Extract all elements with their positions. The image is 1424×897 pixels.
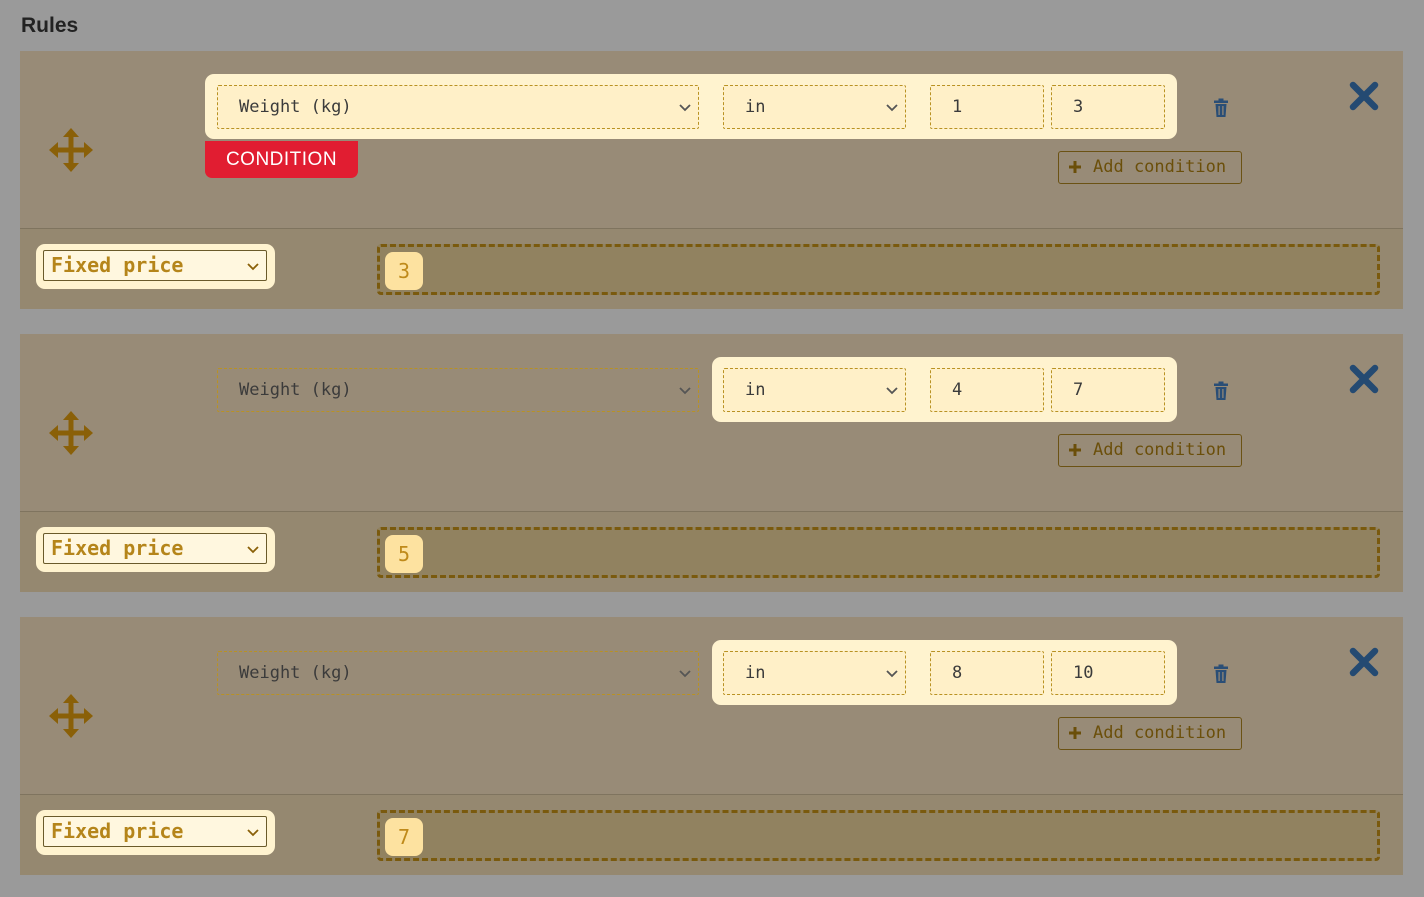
operator-select-value: in [745, 97, 766, 117]
operator-select-value: in [745, 380, 766, 400]
price-type-select[interactable]: Fixed price [43, 816, 267, 847]
field-select-value: Weight (kg) [239, 97, 352, 117]
rule-price-panel: Fixed price 5 [20, 512, 1403, 592]
range-to-input[interactable]: 3 [1051, 85, 1165, 129]
range-from-input[interactable]: 8 [930, 651, 1044, 695]
price-value: 3 [385, 252, 423, 290]
operator-select-value: in [745, 663, 766, 683]
price-value-input[interactable]: 3 [377, 244, 1380, 295]
add-condition-label: Add condition [1093, 723, 1227, 743]
rule-conditions-panel: Weight (kg) in 4 7 Add condition [20, 334, 1403, 511]
trash-icon[interactable] [1213, 664, 1229, 684]
move-icon[interactable] [49, 128, 93, 172]
chevron-down-icon [886, 104, 898, 112]
add-condition-label: Add condition [1093, 440, 1227, 460]
price-type-select[interactable]: Fixed price [43, 533, 267, 564]
chevron-down-icon [886, 387, 898, 395]
rule-conditions-panel: Weight (kg) in 1 3 CONDITION Add conditi… [20, 51, 1403, 228]
price-type-highlight: Fixed price [36, 527, 275, 572]
add-condition-button[interactable]: Add condition [1058, 717, 1242, 750]
range-to-input[interactable]: 7 [1051, 368, 1165, 412]
field-select-value: Weight (kg) [239, 663, 352, 683]
plus-icon [1069, 161, 1081, 173]
range-to-input[interactable]: 10 [1051, 651, 1165, 695]
rule-price-panel: Fixed price 3 [20, 229, 1403, 309]
close-icon[interactable] [1349, 364, 1379, 394]
operator-select[interactable]: in [723, 368, 906, 412]
close-icon[interactable] [1349, 647, 1379, 677]
price-value-input[interactable]: 5 [377, 527, 1380, 578]
trash-icon[interactable] [1213, 381, 1229, 401]
operator-select[interactable]: in [723, 651, 906, 695]
field-select[interactable]: Weight (kg) [217, 85, 699, 129]
range-from-input[interactable]: 4 [930, 368, 1044, 412]
plus-icon [1069, 727, 1081, 739]
add-condition-button[interactable]: Add condition [1058, 434, 1242, 467]
chevron-down-icon [679, 670, 691, 678]
operator-select[interactable]: in [723, 85, 906, 129]
field-select[interactable]: Weight (kg) [217, 368, 699, 412]
price-type-value: Fixed price [51, 253, 184, 277]
price-type-highlight: Fixed price [36, 244, 275, 289]
rule-conditions-panel: Weight (kg) in 8 10 Add condition [20, 617, 1403, 794]
field-select[interactable]: Weight (kg) [217, 651, 699, 695]
field-select-value: Weight (kg) [239, 380, 352, 400]
price-value: 5 [385, 535, 423, 573]
price-value-input[interactable]: 7 [377, 810, 1380, 861]
chevron-down-icon [247, 546, 259, 554]
price-type-value: Fixed price [51, 536, 184, 560]
price-value: 7 [385, 818, 423, 856]
condition-tag: CONDITION [205, 141, 358, 178]
plus-icon [1069, 444, 1081, 456]
price-type-select[interactable]: Fixed price [43, 250, 267, 281]
chevron-down-icon [886, 670, 898, 678]
move-icon[interactable] [49, 411, 93, 455]
price-type-value: Fixed price [51, 819, 184, 843]
chevron-down-icon [247, 829, 259, 837]
chevron-down-icon [247, 263, 259, 271]
chevron-down-icon [679, 104, 691, 112]
close-icon[interactable] [1349, 81, 1379, 111]
move-icon[interactable] [49, 694, 93, 738]
chevron-down-icon [679, 387, 691, 395]
trash-icon[interactable] [1213, 98, 1229, 118]
add-condition-label: Add condition [1093, 157, 1227, 177]
price-type-highlight: Fixed price [36, 810, 275, 855]
rules-heading: Rules [21, 14, 79, 37]
add-condition-button[interactable]: Add condition [1058, 151, 1242, 184]
range-from-input[interactable]: 1 [930, 85, 1044, 129]
rule-price-panel: Fixed price 7 [20, 795, 1403, 875]
